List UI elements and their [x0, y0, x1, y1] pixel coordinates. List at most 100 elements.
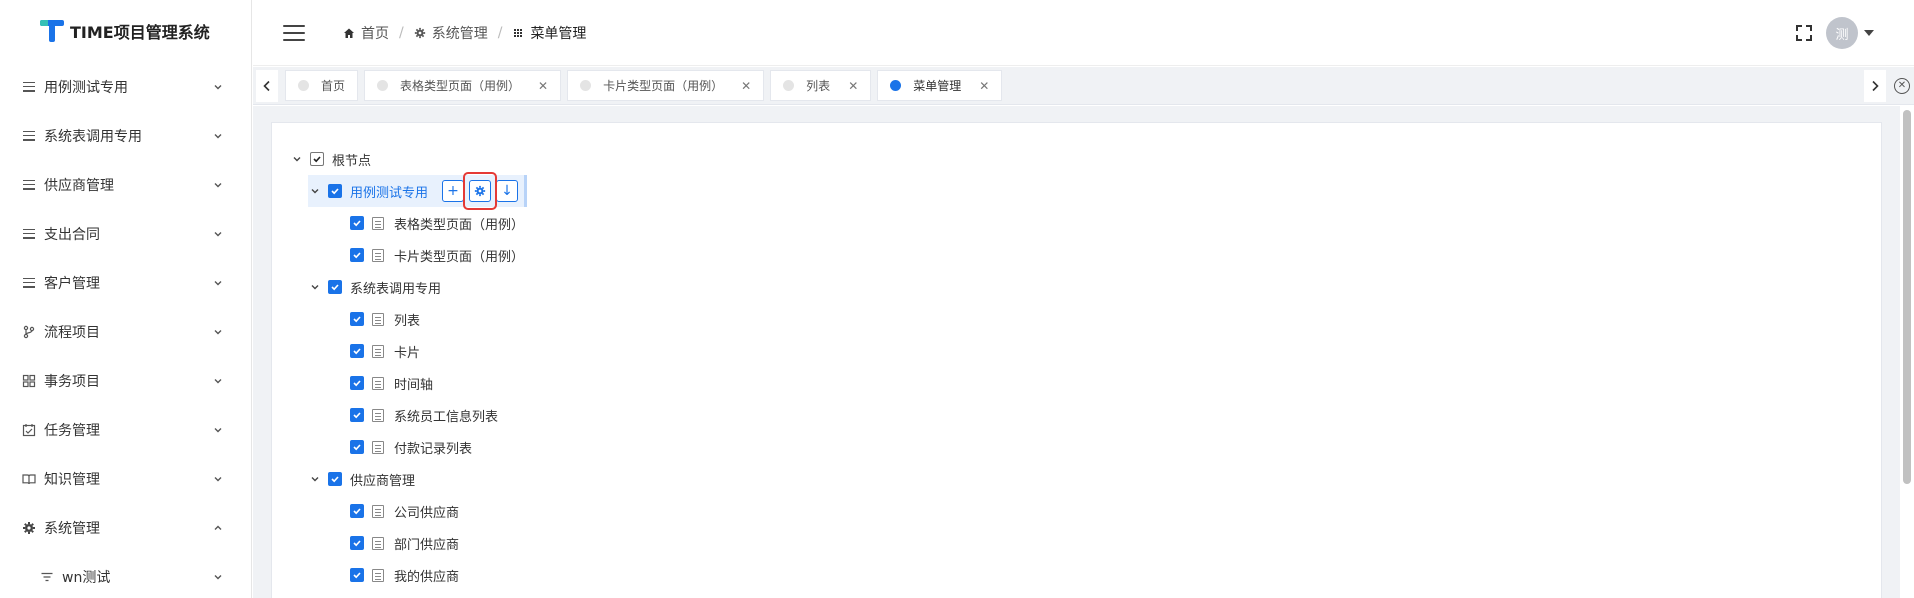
vertical-scrollbar[interactable] [1900, 106, 1914, 598]
tree-checkbox[interactable] [350, 344, 364, 358]
tree-leaf-company-supplier[interactable]: 公司供应商 [290, 495, 527, 527]
tab-table-page[interactable]: 表格类型页面（用例） ✕ [364, 70, 562, 101]
close-icon[interactable]: ✕ [979, 79, 989, 93]
tree-node-use-case-testing[interactable]: 用例测试专用 + ↓ [308, 172, 528, 210]
sidebar-item-knowledge[interactable]: 知识管理 [0, 454, 251, 503]
tree-leaf-department-supplier[interactable]: 部门供应商 [290, 527, 527, 559]
sidebar-item-task-management[interactable]: 任务管理 [0, 405, 251, 454]
tree-checkbox[interactable] [350, 504, 364, 518]
sidebar-item-affairs-project[interactable]: 事务项目 [0, 356, 251, 405]
gear-icon [414, 27, 425, 38]
tree-node-root[interactable]: 根节点 [290, 143, 527, 175]
chevron-down-icon[interactable] [308, 472, 322, 486]
tree-checkbox[interactable] [328, 280, 342, 294]
sidebar-item-process-project[interactable]: 流程项目 [0, 307, 251, 356]
app-title: TIME项目管理系统 [70, 23, 210, 42]
tree-leaf-payment-list[interactable]: 付款记录列表 [290, 431, 527, 463]
tree-node-system-table[interactable]: 系统表调用专用 [290, 271, 527, 303]
gear-icon [23, 521, 35, 534]
move-down-button[interactable]: ↓ [496, 180, 519, 202]
tab-status-dot [377, 80, 389, 91]
chevron-up-icon [214, 525, 222, 530]
sidebar-item-supplier[interactable]: 供应商管理 [0, 160, 251, 209]
sidebar-item-system-management[interactable]: 系统管理 [0, 503, 251, 552]
tab-status-dot [890, 80, 902, 91]
logo[interactable]: TIME项目管理系统 [0, 0, 251, 62]
close-icon[interactable]: ✕ [741, 79, 751, 93]
tree-checkbox[interactable] [350, 376, 364, 390]
tree-leaf-card[interactable]: 卡片 [290, 335, 527, 367]
lines-icon [22, 178, 36, 192]
tabs-bar: 首页 表格类型页面（用例） ✕ 卡片类型页面（用例） ✕ 列表 ✕ 菜单管理 ✕… [253, 67, 1914, 105]
sidebar: TIME项目管理系统 用例测试专用 系统表调用专用 供应商管理 支出合同 客户管… [0, 0, 252, 598]
tree-checkbox[interactable] [350, 312, 364, 326]
scrollbar-thumb[interactable] [1903, 110, 1911, 484]
document-icon [372, 376, 384, 390]
tree-leaf-timeline[interactable]: 时间轴 [290, 367, 527, 399]
chevron-down-icon[interactable] [308, 184, 322, 198]
tab-menu-management[interactable]: 菜单管理 ✕ [877, 70, 1003, 101]
breadcrumb-system-management[interactable]: 系统管理 [414, 23, 488, 43]
tree-checkbox[interactable] [328, 472, 342, 486]
lines-icon [22, 80, 36, 94]
branch-icon [23, 325, 35, 338]
caret-down-icon[interactable] [1864, 30, 1874, 36]
tree-node-supplier[interactable]: 供应商管理 [290, 463, 527, 495]
add-child-button[interactable]: + [442, 180, 465, 202]
tree-checkbox[interactable] [350, 536, 364, 550]
chevron-down-icon[interactable] [308, 280, 322, 294]
tab-home[interactable]: 首页 [285, 70, 359, 101]
home-icon [344, 28, 354, 38]
logo-icon [40, 20, 64, 42]
document-icon [372, 344, 384, 358]
chevron-down-icon [214, 84, 222, 89]
tree-checkbox[interactable] [350, 248, 364, 262]
tabs-scroll-left-icon[interactable] [256, 70, 278, 102]
breadcrumb: 首页 / 系统管理 / 菜单管理 [343, 23, 586, 43]
tree-leaf-my-supplier[interactable]: 我的供应商 [290, 559, 527, 591]
menu-toggle-icon[interactable] [283, 24, 305, 41]
tree-leaf-table-page[interactable]: 表格类型页面（用例） [290, 207, 527, 239]
breadcrumb-home[interactable]: 首页 [343, 23, 389, 43]
tree-checkbox[interactable] [350, 440, 364, 454]
lines-icon [22, 276, 36, 290]
chevron-down-icon [214, 231, 222, 236]
sidebar-item-system-table[interactable]: 系统表调用专用 [0, 111, 251, 160]
grid-dots-icon [514, 28, 523, 37]
chevron-down-icon [214, 280, 222, 285]
tree-leaf-employee-list[interactable]: 系统员工信息列表 [290, 399, 527, 431]
sidebar-item-customer[interactable]: 客户管理 [0, 258, 251, 307]
avatar[interactable]: 测 [1826, 17, 1858, 49]
tab-status-dot [783, 80, 795, 91]
document-icon [372, 408, 384, 422]
sidebar-item-wn-test[interactable]: wn测试 [0, 552, 251, 598]
tree-checkbox[interactable] [350, 568, 364, 582]
document-icon [372, 504, 384, 518]
settings-button-highlighted [463, 172, 498, 210]
chevron-down-icon [214, 329, 222, 334]
tab-list[interactable]: 列表 ✕ [770, 70, 872, 101]
close-icon[interactable]: ✕ [848, 79, 858, 93]
tree-checkbox[interactable] [328, 184, 342, 198]
close-icon[interactable]: ✕ [538, 79, 548, 93]
tab-status-dot [298, 80, 309, 91]
tree-leaf-list[interactable]: 列表 [290, 303, 527, 335]
tabs-scroll-right-icon[interactable] [1864, 70, 1886, 102]
tree-checkbox[interactable] [310, 152, 324, 166]
breadcrumb-separator: / [497, 24, 503, 41]
close-all-tabs-icon[interactable]: ✕ [1892, 76, 1912, 96]
tree-checkbox[interactable] [350, 408, 364, 422]
sidebar-menu: 用例测试专用 系统表调用专用 供应商管理 支出合同 客户管理 流程项目 事务项目… [0, 62, 251, 598]
lines-icon [22, 227, 36, 241]
tree-leaf-card-page[interactable]: 卡片类型页面（用例） [290, 239, 527, 271]
sidebar-item-use-case-testing[interactable]: 用例测试专用 [0, 62, 251, 111]
document-icon [372, 536, 384, 550]
book-icon [22, 473, 36, 484]
tab-card-page[interactable]: 卡片类型页面（用例） ✕ [567, 70, 765, 101]
tab-status-dot [580, 80, 592, 91]
header-actions: 测 [1796, 0, 1874, 66]
tree-checkbox[interactable] [350, 216, 364, 230]
chevron-down-icon[interactable] [290, 152, 304, 166]
fullscreen-icon[interactable] [1796, 25, 1812, 41]
sidebar-item-expense-contract[interactable]: 支出合同 [0, 209, 251, 258]
